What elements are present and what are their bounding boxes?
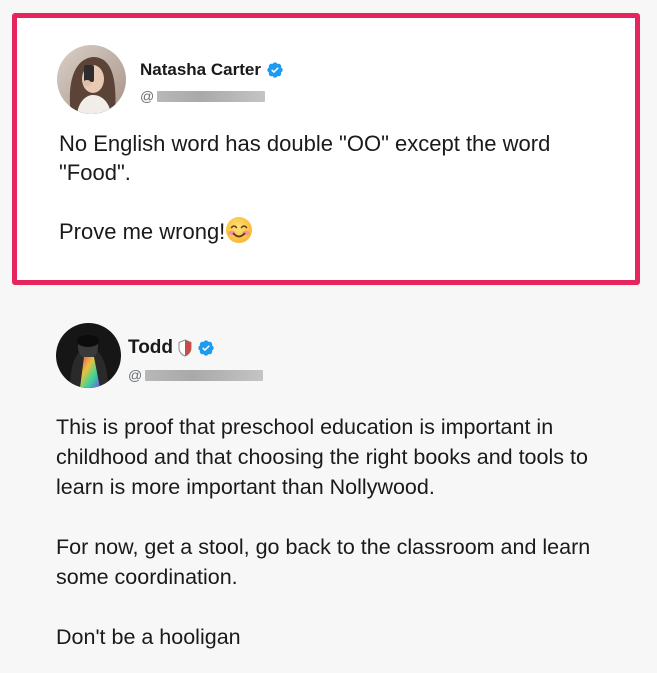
verified-badge-icon: [198, 340, 214, 356]
tweet-paragraph: Don't be a hooligan: [56, 625, 241, 649]
highlighted-tweet[interactable]: Natasha Carter @ No English word has dou…: [12, 13, 640, 285]
author-name[interactable]: Natasha Carter: [140, 60, 261, 80]
shield-badge-icon: [178, 339, 192, 357]
smiling-face-emoji-icon: [226, 217, 253, 243]
redacted-handle: [157, 90, 266, 102]
screenshot-page: Natasha Carter @ No English word has dou…: [0, 0, 657, 673]
tweet-text: This is proof that preschool education i…: [56, 412, 631, 652]
handle-prefix: @: [140, 88, 155, 104]
reply-tweet[interactable]: Todd @ This is proof that preschool educ…: [18, 296, 634, 666]
tweet-paragraph: For now, get a stool, go back to the cla…: [56, 535, 591, 589]
avatar-photo-icon: [57, 45, 126, 114]
verified-badge-icon: [267, 62, 283, 78]
avatar[interactable]: [57, 45, 126, 114]
tweet-paragraph: No English word has double "OO" except t…: [59, 131, 551, 185]
tweet-paragraph: This is proof that preschool education i…: [56, 415, 588, 499]
tweet-paragraph: Prove me wrong!: [59, 216, 619, 246]
author-row: Todd: [128, 337, 215, 359]
tweet-paragraph-text: Prove me wrong!: [59, 219, 226, 244]
redacted-handle: [145, 369, 264, 381]
handle-row: @: [128, 367, 264, 383]
author-name[interactable]: Todd: [128, 337, 173, 359]
handle-prefix: @: [128, 367, 143, 383]
avatar-photo-icon: [56, 323, 121, 388]
avatar[interactable]: [56, 323, 121, 388]
handle-row: @: [140, 88, 266, 104]
tweet-text: No English word has double "OO" except t…: [59, 129, 619, 246]
author-row: Natasha Carter: [140, 60, 284, 80]
